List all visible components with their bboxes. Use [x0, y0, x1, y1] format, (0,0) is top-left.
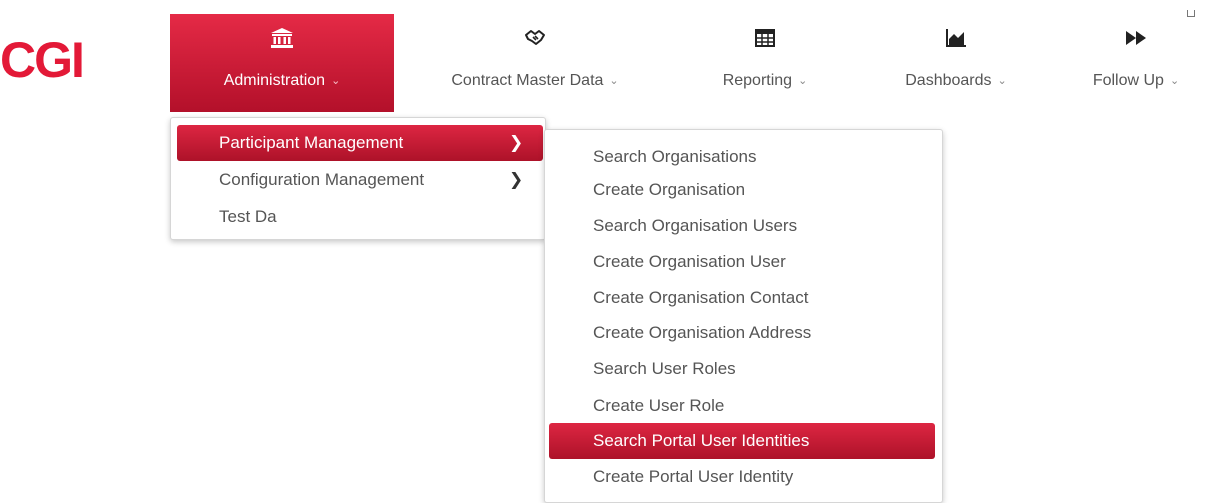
menu-item-test-data[interactable]: Test Da — [177, 199, 543, 235]
table-grid-icon — [690, 26, 840, 50]
nav-label-contract-master-data: Contract Master Data ⌄ — [451, 72, 619, 89]
chevron-down-icon: ⌄ — [1169, 75, 1180, 87]
menu-item-search-portal-user-identities[interactable]: Search Portal User Identities — [549, 423, 935, 459]
chevron-down-icon: ⌄ — [331, 75, 341, 87]
nav-label-dashboards: Dashboards ⌄ — [905, 72, 1007, 89]
nav-item-dashboards[interactable]: Dashboards ⌄ — [868, 14, 1044, 112]
menu-item-label: Participant Management — [219, 133, 404, 152]
cgi-logo[interactable]: CGI — [0, 30, 85, 90]
menu-item-search-organisations[interactable]: Search Organisations — [549, 139, 935, 175]
nav-label-follow-up: Follow Up ⌄ — [1092, 72, 1180, 89]
nav-item-administration[interactable]: Administration ⌄ — [170, 14, 394, 112]
nav-label-administration: Administration ⌄ — [223, 72, 341, 89]
menu-item-create-organisation-user[interactable]: Create Organisation User — [549, 244, 935, 280]
menu-item-label: Test Da — [219, 207, 277, 226]
top-navigation-bar: CGI Administration ⌄ Contract Master Dat… — [0, 0, 1208, 112]
menu-item-participant-management[interactable]: Participant Management ❯ — [177, 125, 543, 161]
nav-label-reporting: Reporting ⌄ — [722, 72, 808, 89]
menu-item-create-user-role[interactable]: Create User Role — [549, 388, 935, 424]
chevron-right-icon: ❯ — [509, 133, 524, 152]
chevron-down-icon: ⌄ — [798, 75, 808, 87]
menu-item-label: Configuration Management — [219, 170, 425, 189]
area-chart-icon — [868, 26, 1044, 50]
menu-item-create-organisation-contact[interactable]: Create Organisation Contact — [549, 280, 935, 316]
nav-item-contract-master-data[interactable]: Contract Master Data ⌄ — [411, 14, 659, 112]
nav-item-follow-up[interactable]: Follow Up ⌄ — [1064, 14, 1208, 112]
nav-item-reporting[interactable]: Reporting ⌄ — [690, 14, 840, 112]
administration-dropdown-menu: Participant Management ❯ Configuration M… — [170, 117, 546, 240]
menu-item-create-organisation-address[interactable]: Create Organisation Address — [549, 315, 935, 351]
menu-item-configuration-management[interactable]: Configuration Management ❯ — [177, 162, 543, 198]
bank-icon — [170, 26, 394, 50]
corner-mark — [1187, 10, 1195, 17]
menu-item-create-portal-user-identity[interactable]: Create Portal User Identity — [549, 459, 935, 495]
chevron-down-icon: ⌄ — [609, 75, 619, 87]
chevron-right-icon: ❯ — [509, 170, 524, 189]
chevron-down-icon: ⌄ — [997, 75, 1007, 87]
handshake-icon — [411, 26, 659, 50]
menu-item-search-user-roles[interactable]: Search User Roles — [549, 351, 935, 387]
menu-item-search-organisation-users[interactable]: Search Organisation Users — [549, 208, 935, 244]
menu-item-create-organisation[interactable]: Create Organisation — [549, 172, 935, 208]
participant-management-submenu: Search Organisations Create Organisation… — [544, 129, 943, 503]
fast-forward-icon — [1064, 26, 1208, 50]
